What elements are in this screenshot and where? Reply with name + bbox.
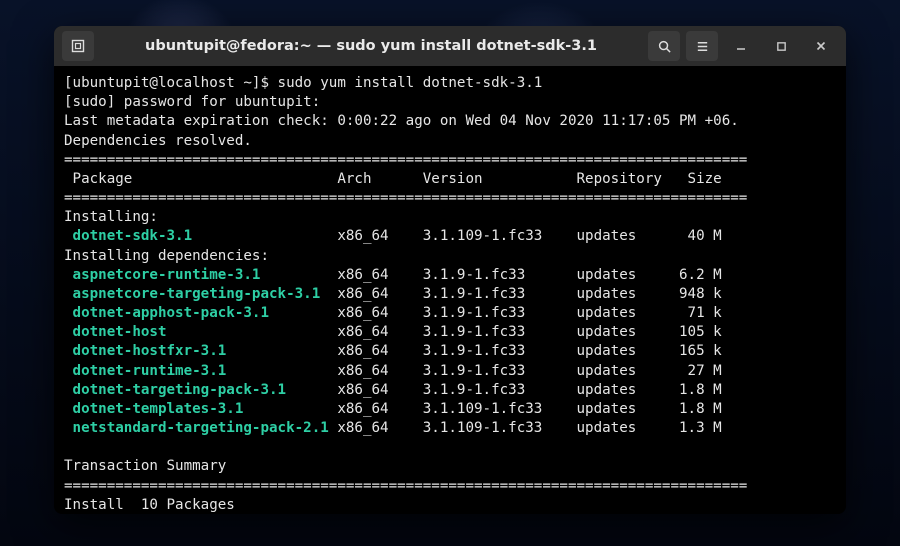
hr: ========================================… <box>64 478 747 494</box>
table-row: dotnet-apphost-pack-3.1 x86_64 3.1.9-1.f… <box>64 305 722 321</box>
window-title: ubuntupit@fedora:~ — sudo yum install do… <box>100 38 642 54</box>
table-row: netstandard-targeting-pack-2.1 x86_64 3.… <box>64 420 722 436</box>
hr: ========================================… <box>64 152 747 168</box>
metadata-line: Last metadata expiration check: 0:00:22 … <box>64 113 739 129</box>
titlebar: ubuntupit@fedora:~ — sudo yum install do… <box>54 26 846 66</box>
installing-header: Installing: <box>64 209 158 225</box>
table-row: dotnet-targeting-pack-3.1 x86_64 3.1.9-1… <box>64 382 722 398</box>
new-tab-button[interactable] <box>62 31 94 61</box>
prompt-line: [ubuntupit@localhost ~]$ sudo yum instal… <box>64 75 542 91</box>
table-row: dotnet-templates-3.1 x86_64 3.1.109-1.fc… <box>64 401 722 417</box>
table-row: dotnet-runtime-3.1 x86_64 3.1.9-1.fc33 u… <box>64 363 722 379</box>
hr: ========================================… <box>64 190 747 206</box>
search-button[interactable] <box>648 31 680 61</box>
deps-resolved-line: Dependencies resolved. <box>64 133 252 149</box>
table-row: dotnet-hostfxr-3.1 x86_64 3.1.9-1.fc33 u… <box>64 343 722 359</box>
table-row: aspnetcore-targeting-pack-3.1 x86_64 3.1… <box>64 286 722 302</box>
installing-deps-header: Installing dependencies: <box>64 248 269 264</box>
menu-button[interactable] <box>686 31 718 61</box>
close-button[interactable] <box>804 31 838 61</box>
sudo-line: [sudo] password for ubuntupit: <box>64 94 320 110</box>
tx-summary: Transaction Summary <box>64 458 226 474</box>
install-count: Install 10 Packages <box>64 497 235 513</box>
table-row: dotnet-host x86_64 3.1.9-1.fc33 updates … <box>64 324 722 340</box>
minimize-button[interactable] <box>724 31 758 61</box>
table-row: dotnet-sdk-3.1 x86_64 3.1.109-1.fc33 upd… <box>64 228 722 244</box>
column-headers: Package Arch Version Repository Size <box>64 171 722 187</box>
terminal-window: ubuntupit@fedora:~ — sudo yum install do… <box>54 26 846 514</box>
table-row: aspnetcore-runtime-3.1 x86_64 3.1.9-1.fc… <box>64 267 722 283</box>
terminal-output[interactable]: [ubuntupit@localhost ~]$ sudo yum instal… <box>54 66 846 514</box>
maximize-button[interactable] <box>764 31 798 61</box>
